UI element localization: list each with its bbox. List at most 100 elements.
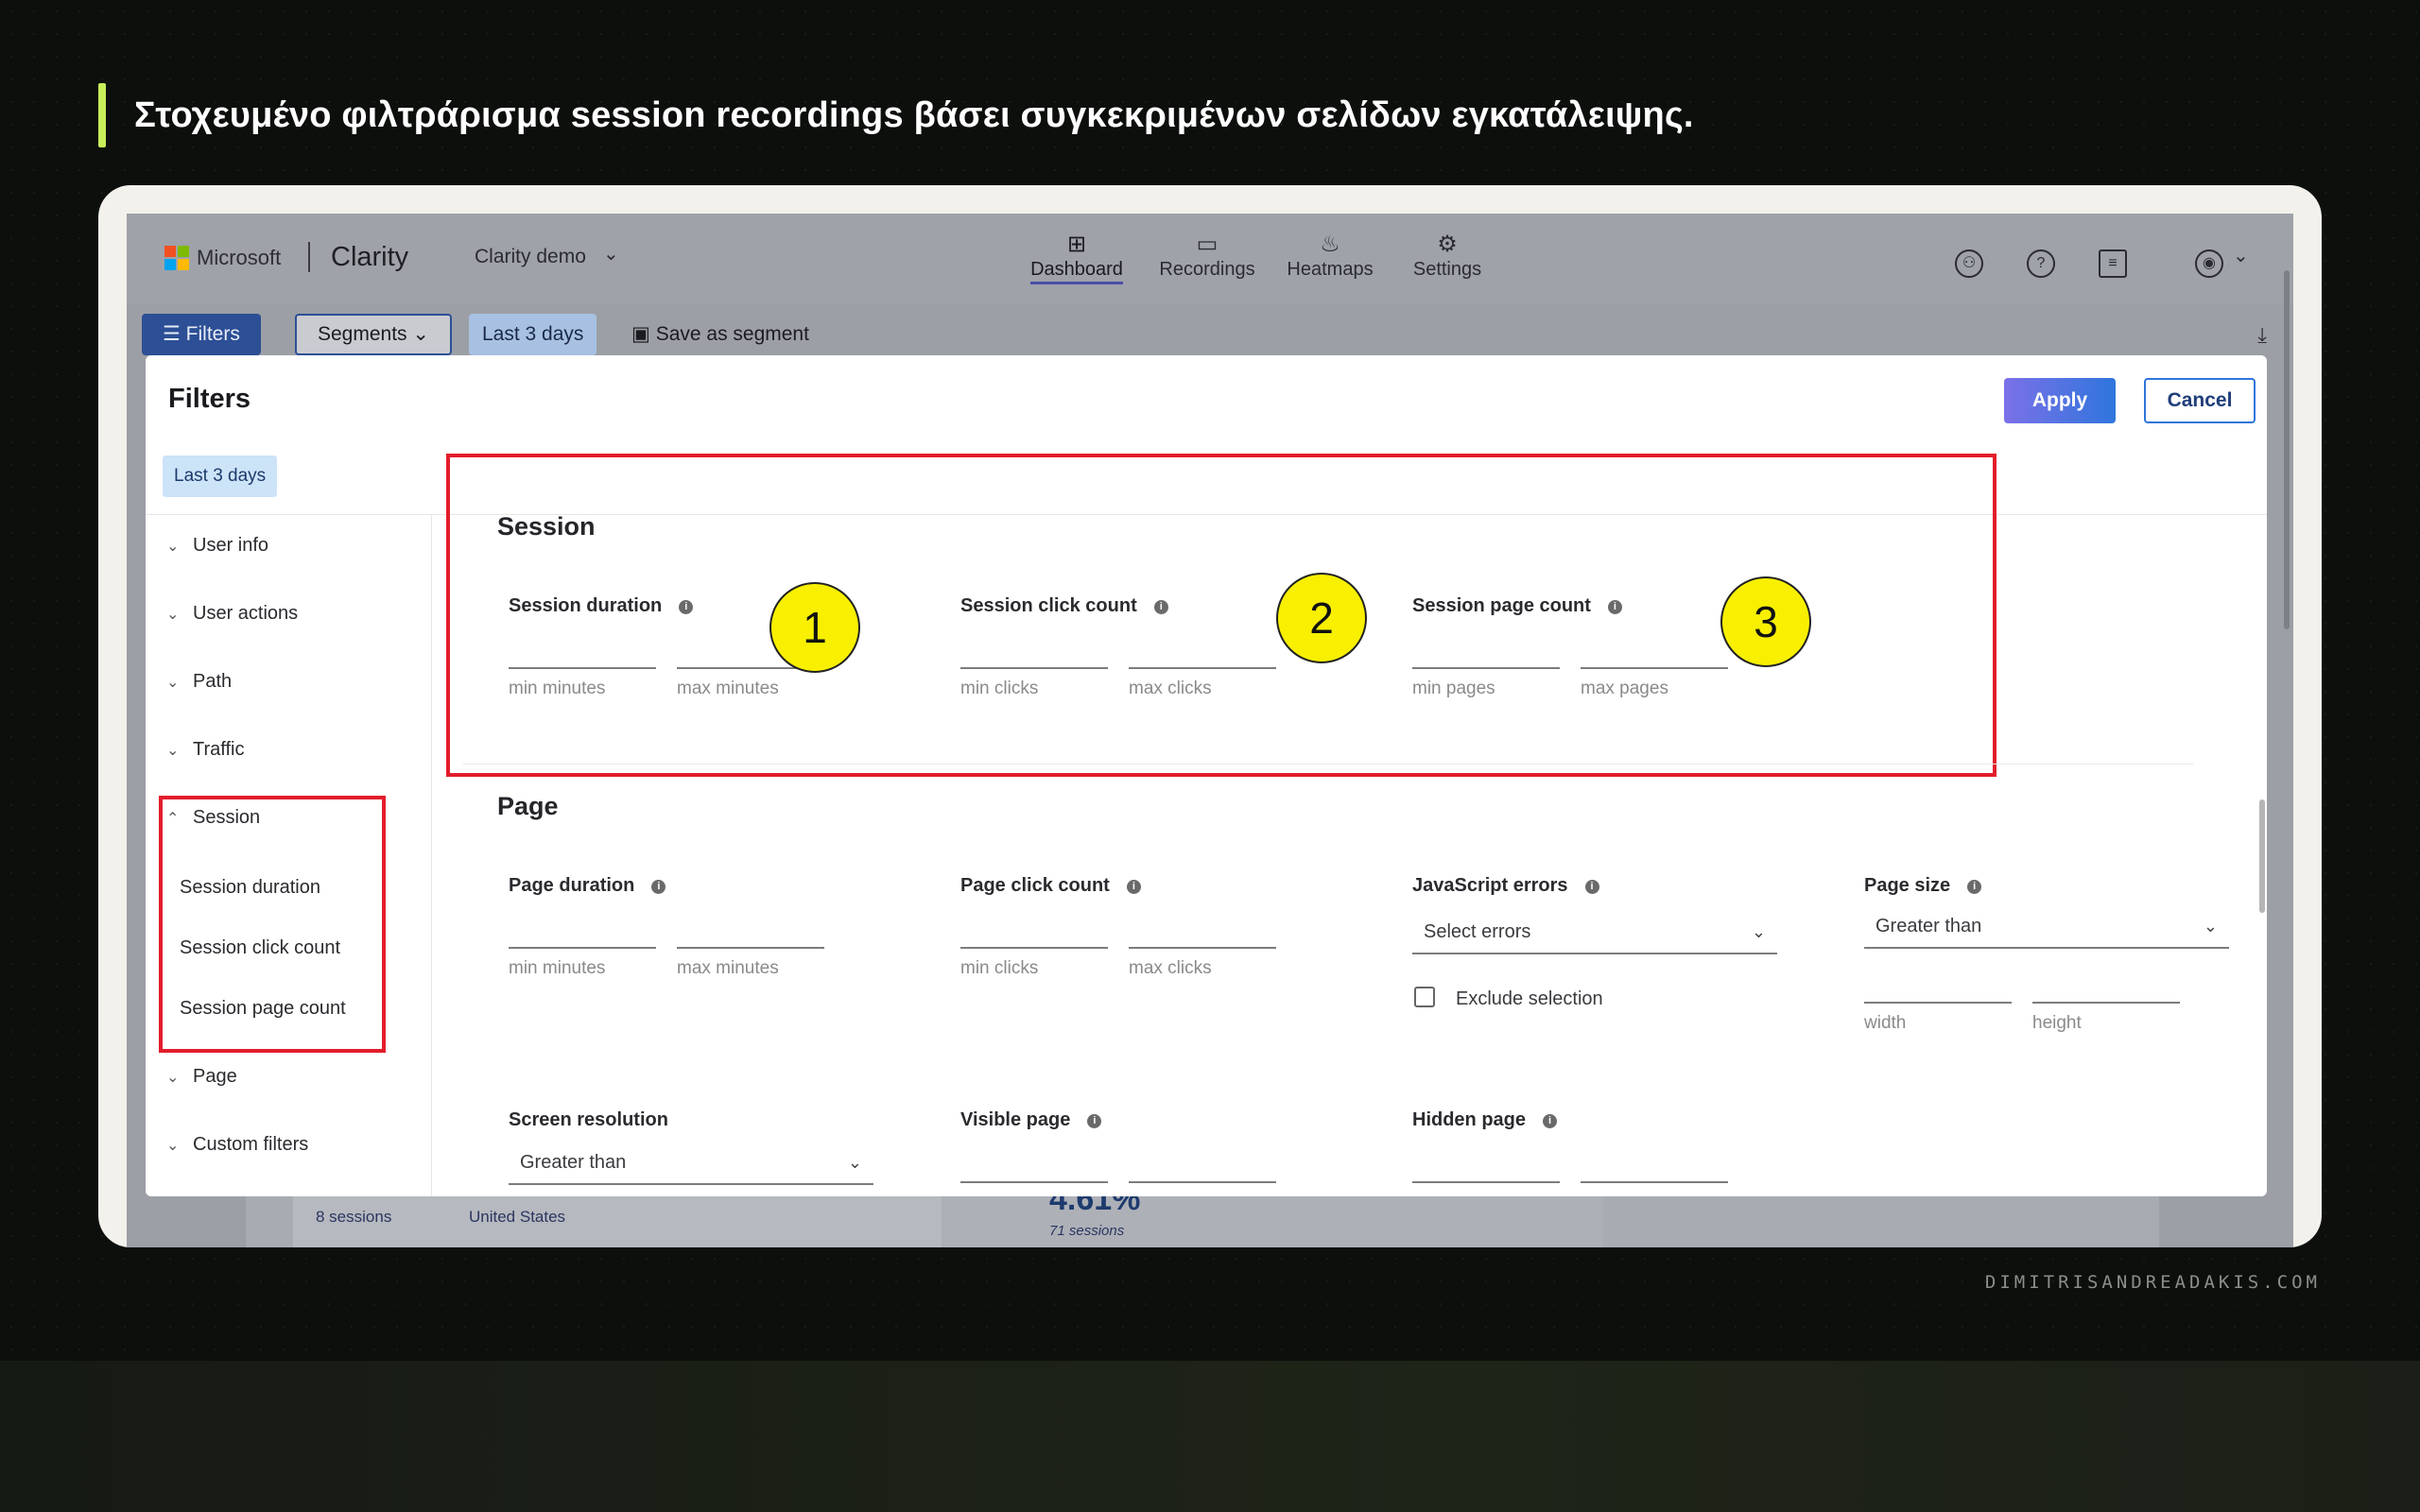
modal-scrollbar[interactable]: [2259, 799, 2265, 913]
page-duration-max-input[interactable]: [677, 947, 824, 949]
category-label: Page: [193, 1066, 237, 1087]
chevron-down-icon: ⌄: [166, 607, 180, 623]
page-click-count-label: Page click count i: [960, 875, 1141, 897]
page-size-select[interactable]: Greater than ⌄: [1864, 907, 2229, 949]
chevron-down-icon[interactable]: ⌄: [603, 242, 619, 266]
background-card: [942, 1193, 1603, 1247]
field-label-text: JavaScript errors: [1412, 875, 1568, 896]
app-scrollbar[interactable]: [2284, 270, 2290, 629]
category-user-actions[interactable]: ⌄ User actions: [166, 603, 298, 625]
date-range-button[interactable]: Last 3 days: [469, 314, 597, 355]
visible-page-max-input[interactable]: [1129, 1181, 1276, 1183]
page-clicks-max-input[interactable]: [1129, 947, 1276, 949]
headline-accent-bar: [98, 83, 106, 147]
page-duration-min-input[interactable]: [509, 947, 656, 949]
filters-button-label: Filters: [185, 323, 240, 345]
document-icon[interactable]: ≡: [2099, 249, 2127, 278]
info-icon[interactable]: i: [651, 880, 666, 894]
js-errors-select[interactable]: Select errors ⌄: [1412, 913, 1777, 954]
chevron-down-icon: ⌄: [166, 1138, 180, 1154]
chevron-down-icon: ⌄: [166, 1070, 180, 1086]
category-label: User actions: [193, 603, 299, 624]
chevron-down-icon: ⌄: [1751, 922, 1766, 941]
brand-name: Microsoft: [197, 246, 282, 269]
select-value: Greater than: [1876, 916, 1982, 936]
sidebar-divider: [431, 514, 432, 1196]
chevron-down-icon: ⌄: [166, 539, 180, 555]
annotation-badge-3: 3: [1720, 576, 1811, 667]
nav-recordings[interactable]: ▭ Recordings: [1146, 231, 1269, 281]
category-custom-filters[interactable]: ⌄ Custom filters: [166, 1134, 308, 1156]
apply-button[interactable]: Apply: [2004, 378, 2116, 423]
info-icon[interactable]: i: [1967, 880, 1982, 894]
select-value: Greater than: [520, 1152, 627, 1173]
nav-heatmaps[interactable]: ♨ Heatmaps: [1269, 231, 1392, 281]
cancel-button[interactable]: Cancel: [2144, 378, 2256, 423]
exclude-selection-label: Exclude selection: [1456, 988, 1603, 1009]
screen-resolution-label: Screen resolution: [509, 1109, 668, 1130]
hidden-page-label: Hidden page i: [1412, 1109, 1558, 1131]
info-icon[interactable]: i: [1126, 880, 1141, 894]
category-path[interactable]: ⌄ Path: [166, 671, 232, 693]
background-metric-sub: 71 sessions: [1049, 1223, 1125, 1239]
bottom-band: [0, 1361, 2420, 1512]
account-chevron-down-icon[interactable]: ⌄: [2233, 244, 2249, 267]
download-icon[interactable]: ⤓: [2257, 323, 2267, 348]
annotation-badge-1: 1: [769, 582, 860, 673]
project-selector[interactable]: Clarity demo: [475, 246, 586, 268]
exclude-selection-checkbox[interactable]: [1414, 987, 1435, 1007]
clarity-app: Microsoft Clarity Clarity demo ⌄ ⊞ Dashb…: [127, 214, 2293, 1247]
field-label-text: Hidden page: [1412, 1109, 1527, 1130]
segments-button-label: Segments: [318, 323, 407, 345]
annotation-badge-2: 2: [1276, 573, 1367, 663]
share-users-icon[interactable]: ⚇: [1955, 249, 1983, 278]
js-errors-label: JavaScript errors i: [1412, 875, 1599, 897]
page-duration-max-hint: max minutes: [677, 958, 779, 978]
save-segment-button[interactable]: ▣ Save as segment: [631, 314, 809, 355]
info-icon[interactable]: i: [1087, 1114, 1102, 1128]
date-range-chip[interactable]: Last 3 days: [163, 455, 278, 497]
hidden-page-min-input[interactable]: [1412, 1181, 1560, 1183]
chevron-down-icon: ⌄: [166, 743, 180, 759]
segments-button[interactable]: Segments ⌄: [295, 314, 452, 355]
page-clicks-min-input[interactable]: [960, 947, 1108, 949]
product-name[interactable]: Clarity: [331, 242, 408, 273]
category-page[interactable]: ⌄ Page: [166, 1066, 237, 1088]
account-icon[interactable]: ◉: [2195, 249, 2223, 278]
nav-settings[interactable]: ⚙ Settings: [1386, 231, 1509, 281]
gear-icon: ⚙: [1437, 232, 1458, 257]
info-icon[interactable]: i: [1584, 880, 1599, 894]
video-camera-icon: ▭: [1196, 232, 1219, 257]
chevron-down-icon: ⌄: [847, 1153, 862, 1172]
nav-dashboard-label: Dashboard: [1030, 259, 1123, 284]
page-headline: Στοχευμένο φιλτράρισμα session recording…: [134, 94, 1694, 135]
screenshot-frame: Microsoft Clarity Clarity demo ⌄ ⊞ Dashb…: [98, 185, 2322, 1247]
hidden-page-max-input[interactable]: [1581, 1181, 1728, 1183]
page-section-title: Page: [497, 792, 559, 820]
sidebar-highlight-box: [159, 796, 386, 1053]
screen-resolution-select[interactable]: Greater than ⌄: [509, 1143, 873, 1185]
background-country: United States: [469, 1208, 566, 1226]
page-height-input[interactable]: [2032, 1002, 2180, 1004]
background-sessions: 8 sessions: [316, 1208, 392, 1226]
page-width-input[interactable]: [1864, 1002, 2012, 1004]
top-nav: Microsoft Clarity Clarity demo ⌄ ⊞ Dashb…: [127, 214, 2293, 304]
category-user-info[interactable]: ⌄ User info: [166, 535, 268, 557]
filters-button[interactable]: ☰ Filters: [142, 314, 261, 355]
field-label-text: Visible page: [960, 1109, 1071, 1130]
save-segment-label: Save as segment: [655, 323, 809, 345]
section-divider: [463, 764, 2193, 765]
chevron-down-icon: ⌄: [166, 675, 180, 691]
field-label-text: Page size: [1864, 875, 1951, 896]
nav-heatmaps-label: Heatmaps: [1287, 259, 1374, 280]
info-icon[interactable]: i: [1543, 1114, 1558, 1128]
nav-settings-label: Settings: [1412, 259, 1482, 280]
page-clicks-max-hint: max clicks: [1129, 958, 1212, 978]
field-label-text: Page duration: [509, 875, 635, 896]
category-traffic[interactable]: ⌄ Traffic: [166, 739, 244, 761]
help-icon[interactable]: ?: [2027, 249, 2055, 278]
background-card: [293, 1193, 983, 1247]
page-clicks-min-hint: min clicks: [960, 958, 1039, 978]
visible-page-min-input[interactable]: [960, 1181, 1108, 1183]
nav-dashboard[interactable]: ⊞ Dashboard: [1015, 231, 1138, 284]
